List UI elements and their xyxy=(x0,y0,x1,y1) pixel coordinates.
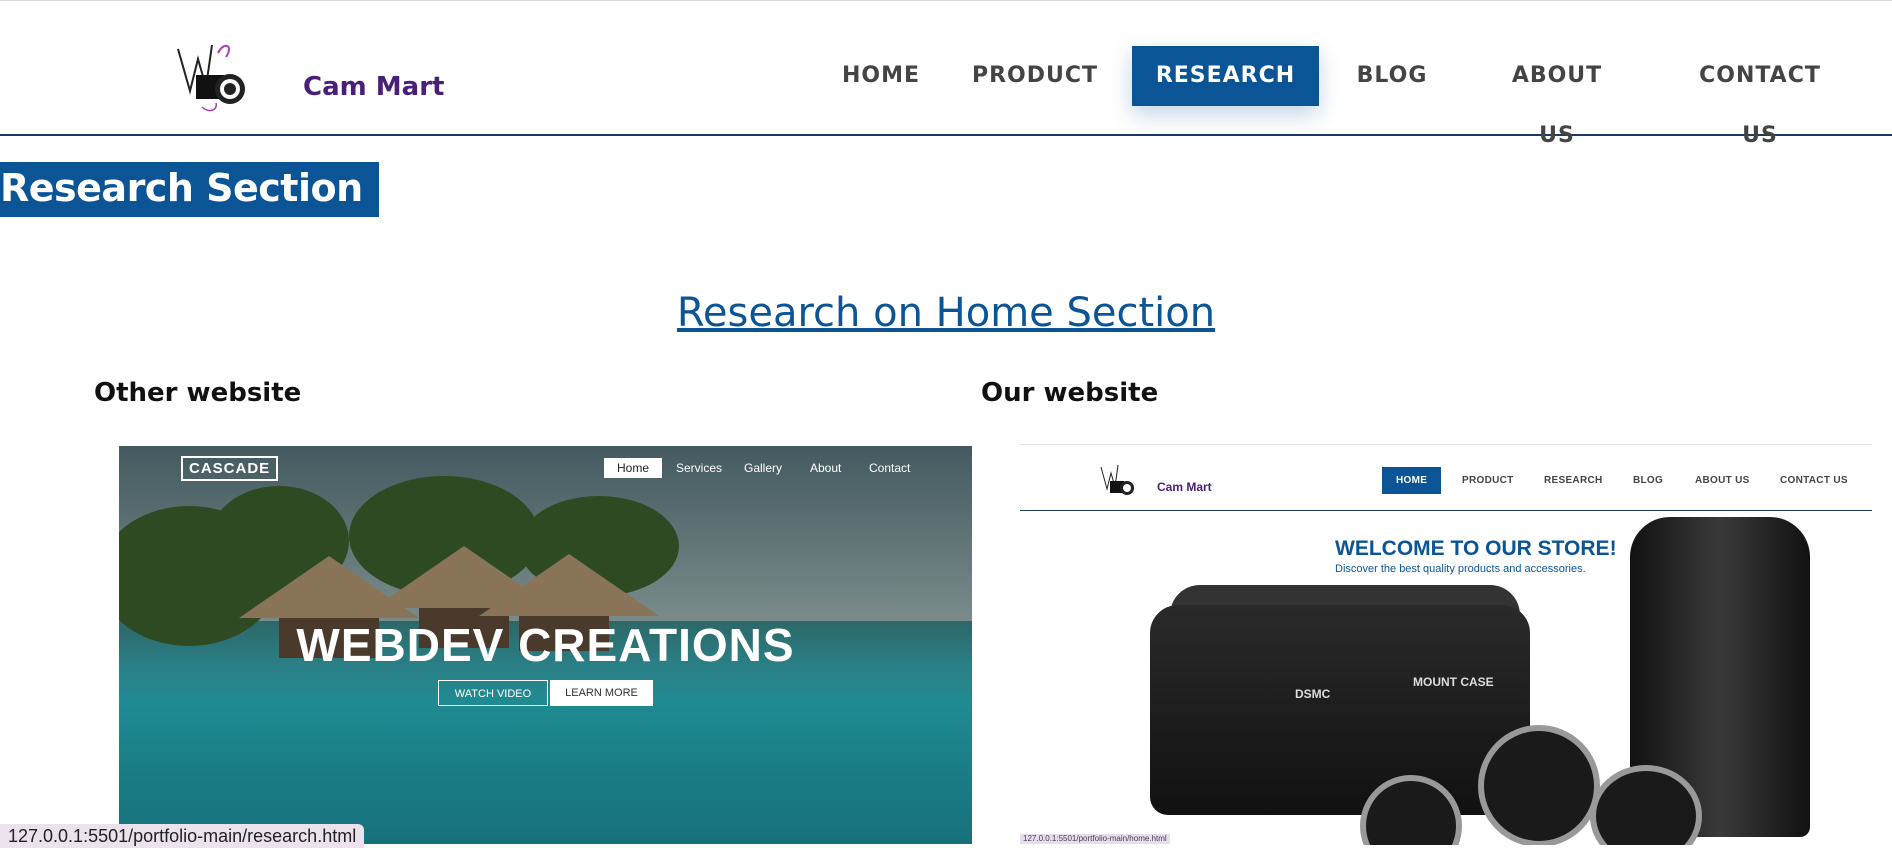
our-website-label: Our website xyxy=(981,378,1159,408)
camera-logo-icon xyxy=(1100,464,1134,495)
banner-title: Research Section xyxy=(0,166,363,210)
mini-nav-product: PRODUCT xyxy=(1462,475,1514,486)
mini-nav-services[interactable]: Services xyxy=(676,461,722,475)
our-website-screenshot: Cam Mart HOME PRODUCT RESEARCH BLOG ABOU… xyxy=(1020,444,1872,845)
other-website-label: Other website xyxy=(94,378,302,408)
welcome-subtitle: Discover the best quality products and a… xyxy=(1335,563,1586,575)
mini-nav-about-us: ABOUT US xyxy=(1695,475,1750,486)
research-heading[interactable]: Research on Home Section xyxy=(0,290,1892,336)
nav-about-us[interactable]: ABOUT US xyxy=(1492,46,1622,148)
nav-blog[interactable]: BLOG xyxy=(1352,46,1432,106)
mini-status-url: 127.0.0.1:5501/portfolio-main/home.html xyxy=(1020,834,1170,844)
other-website-screenshot: CASCADE Home Services Gallery About Cont… xyxy=(119,446,972,844)
main-nav: HOME PRODUCT RESEARCH BLOG ABOUT US CONT… xyxy=(0,46,1892,148)
nav-home[interactable]: HOME xyxy=(822,46,940,106)
learn-more-button[interactable]: LEARN MORE xyxy=(550,680,653,706)
case-label-left: DSMC xyxy=(1295,687,1331,701)
site-header: Cam Mart HOME PRODUCT RESEARCH BLOG ABOU… xyxy=(0,0,1892,148)
welcome-title: WELCOME TO OUR STORE! xyxy=(1335,537,1617,560)
watch-video-button[interactable]: WATCH VIDEO xyxy=(438,680,548,706)
cascade-logo[interactable]: CASCADE xyxy=(181,456,279,481)
mini-brand-name: Cam Mart xyxy=(1157,480,1212,494)
nav-product[interactable]: PRODUCT xyxy=(970,46,1100,106)
sea xyxy=(119,696,972,844)
mini-divider xyxy=(1020,510,1872,511)
hut xyxy=(479,554,659,616)
mini-nav-home[interactable]: Home xyxy=(604,458,663,478)
mini-nav-contact-us: CONTACT US xyxy=(1780,475,1848,486)
camera-case xyxy=(1150,605,1530,815)
mini-nav-research: RESEARCH xyxy=(1544,475,1603,486)
nav-research[interactable]: RESEARCH xyxy=(1132,46,1319,106)
mini-nav-blog: BLOG xyxy=(1633,475,1664,486)
case-label-right: MOUNT CASE xyxy=(1413,675,1494,689)
mini-nav-about[interactable]: About xyxy=(810,461,841,475)
hero-title: WEBDEV CREATIONS xyxy=(296,619,795,671)
nav-contact-us[interactable]: CONTACT US xyxy=(1680,46,1840,148)
mini-nav-gallery[interactable]: Gallery xyxy=(744,461,782,475)
mini-nav-contact[interactable]: Contact xyxy=(869,461,910,475)
lens-mount xyxy=(1478,725,1600,845)
browser-status-url: 127.0.0.1:5501/portfolio-main/research.h… xyxy=(0,824,365,848)
mini-nav-home: HOME xyxy=(1382,467,1442,494)
